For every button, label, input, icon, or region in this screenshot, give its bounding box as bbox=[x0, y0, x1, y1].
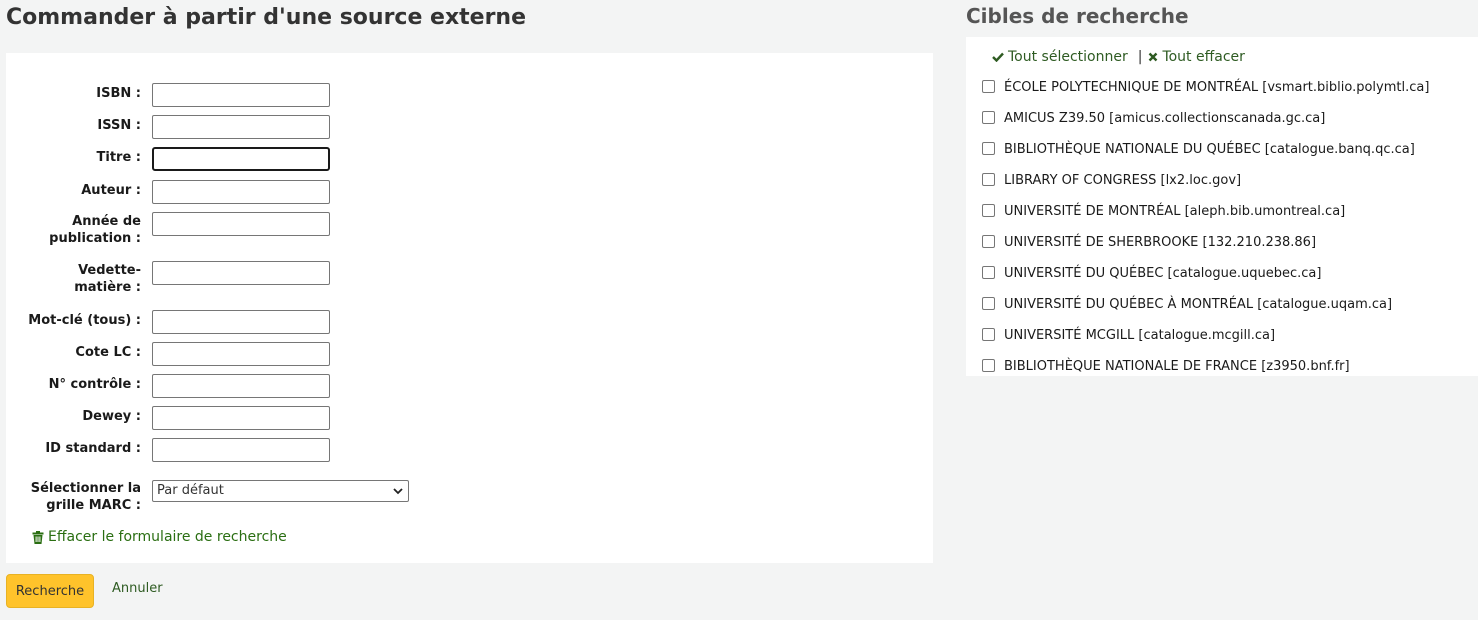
target-checkbox[interactable] bbox=[982, 235, 995, 248]
issn-input[interactable] bbox=[152, 115, 330, 139]
select-all-link[interactable]: Tout sélectionner bbox=[992, 49, 1128, 65]
title-label: Titre : bbox=[96, 150, 142, 165]
control-number-input[interactable] bbox=[152, 374, 330, 398]
chevron-down-icon bbox=[393, 488, 403, 495]
separator: | bbox=[1137, 49, 1143, 65]
control-number-label: N° contrôle : bbox=[48, 377, 141, 392]
trash-icon bbox=[32, 530, 44, 544]
keyword-label: Mot-clé (tous) : bbox=[28, 313, 141, 328]
times-icon bbox=[1149, 52, 1158, 62]
target-checkbox[interactable] bbox=[982, 297, 995, 310]
target-checkbox[interactable] bbox=[982, 111, 995, 124]
page-title: Commander à partir d'une source externe bbox=[6, 5, 527, 30]
target-checkbox[interactable] bbox=[982, 80, 995, 93]
target-item[interactable]: BIBLIOTHÈQUE NATIONALE DU QUÉBEC [catalo… bbox=[982, 142, 1415, 157]
subject-label-line2: matière : bbox=[74, 280, 141, 295]
marc-framework-label-line1: Sélectionner la bbox=[30, 481, 141, 496]
target-label: UNIVERSITÉ DU QUÉBEC À MONTRÉAL [catalog… bbox=[1004, 297, 1393, 312]
target-label: UNIVERSITÉ DE SHERBROOKE [132.210.238.86… bbox=[1004, 235, 1317, 250]
isbn-label: ISBN : bbox=[96, 86, 141, 101]
search-targets-title: Cibles de recherche bbox=[966, 4, 1189, 28]
target-checkbox[interactable] bbox=[982, 328, 995, 341]
target-checkbox[interactable] bbox=[982, 173, 995, 186]
marc-framework-select[interactable]: Par défaut bbox=[152, 480, 409, 502]
isbn-input[interactable] bbox=[152, 83, 330, 107]
title-input[interactable] bbox=[152, 147, 330, 171]
clear-all-link[interactable]: Tout effacer bbox=[1148, 49, 1245, 65]
target-label: UNIVERSITÉ MCGILL [catalogue.mcgill.ca] bbox=[1004, 328, 1276, 343]
target-item[interactable]: AMICUS Z39.50 [amicus.collectionscanada.… bbox=[982, 111, 1325, 126]
standard-id-label: ID standard : bbox=[45, 441, 141, 456]
select-all-label: Tout sélectionner bbox=[1008, 49, 1128, 65]
lc-call-number-label: Cote LC : bbox=[75, 345, 141, 360]
target-item[interactable]: UNIVERSITÉ DE MONTRÉAL [aleph.bib.umontr… bbox=[982, 204, 1345, 219]
clear-form-link[interactable]: Effacer le formulaire de recherche bbox=[32, 529, 287, 545]
search-button[interactable]: Recherche bbox=[6, 574, 94, 608]
target-item[interactable]: UNIVERSITÉ DU QUÉBEC À MONTRÉAL [catalog… bbox=[982, 297, 1392, 312]
check-icon bbox=[992, 52, 1004, 62]
publication-year-label-line2: publication : bbox=[49, 231, 141, 246]
marc-framework-label-line2: grille MARC : bbox=[46, 498, 141, 513]
target-label: AMICUS Z39.50 [amicus.collectionscanada.… bbox=[1004, 111, 1326, 126]
marc-framework-selected-value: Par défaut bbox=[157, 483, 224, 498]
target-item[interactable]: ÉCOLE POLYTECHNIQUE DE MONTRÉAL [vsmart.… bbox=[982, 80, 1429, 95]
target-label: ÉCOLE POLYTECHNIQUE DE MONTRÉAL [vsmart.… bbox=[1004, 80, 1430, 95]
target-checkbox[interactable] bbox=[982, 204, 995, 217]
target-item[interactable]: UNIVERSITÉ DU QUÉBEC [catalogue.uquebec.… bbox=[982, 266, 1321, 281]
target-checkbox[interactable] bbox=[982, 266, 995, 279]
author-input[interactable] bbox=[152, 180, 330, 204]
target-item[interactable]: UNIVERSITÉ MCGILL [catalogue.mcgill.ca] bbox=[982, 328, 1275, 343]
target-label: BIBLIOTHÈQUE NATIONALE DE FRANCE [z3950.… bbox=[1004, 359, 1350, 374]
dewey-label: Dewey : bbox=[82, 409, 141, 424]
search-form-panel: ISBN : ISSN : Titre : Auteur : Année de … bbox=[6, 53, 933, 563]
search-targets-panel: Tout sélectionner | Tout effacer ÉCOLE P… bbox=[966, 37, 1478, 376]
dewey-input[interactable] bbox=[152, 406, 330, 430]
publication-year-label-line1: Année de bbox=[72, 214, 141, 229]
target-selection-links: Tout sélectionner | Tout effacer bbox=[992, 49, 1245, 65]
target-label: UNIVERSITÉ DE MONTRÉAL [aleph.bib.umontr… bbox=[1004, 204, 1346, 219]
lc-call-number-input[interactable] bbox=[152, 342, 330, 366]
target-label: BIBLIOTHÈQUE NATIONALE DU QUÉBEC [catalo… bbox=[1004, 142, 1415, 157]
keyword-input[interactable] bbox=[152, 310, 330, 334]
target-item[interactable]: BIBLIOTHÈQUE NATIONALE DE FRANCE [z3950.… bbox=[982, 359, 1350, 374]
cancel-link[interactable]: Annuler bbox=[112, 581, 163, 596]
standard-id-input[interactable] bbox=[152, 438, 330, 462]
target-item[interactable]: LIBRARY OF CONGRESS [lx2.loc.gov] bbox=[982, 173, 1241, 188]
publication-year-input[interactable] bbox=[152, 212, 330, 236]
target-label: UNIVERSITÉ DU QUÉBEC [catalogue.uquebec.… bbox=[1004, 266, 1322, 281]
target-item[interactable]: UNIVERSITÉ DE SHERBROOKE [132.210.238.86… bbox=[982, 235, 1316, 250]
target-label: LIBRARY OF CONGRESS [lx2.loc.gov] bbox=[1004, 173, 1242, 188]
subject-label-line1: Vedette- bbox=[78, 263, 141, 278]
clear-form-label: Effacer le formulaire de recherche bbox=[48, 529, 287, 545]
author-label: Auteur : bbox=[81, 183, 141, 198]
subject-input[interactable] bbox=[152, 261, 330, 285]
target-checkbox[interactable] bbox=[982, 142, 995, 155]
clear-all-label: Tout effacer bbox=[1162, 49, 1245, 65]
target-checkbox[interactable] bbox=[982, 359, 995, 372]
issn-label: ISSN : bbox=[97, 118, 141, 133]
